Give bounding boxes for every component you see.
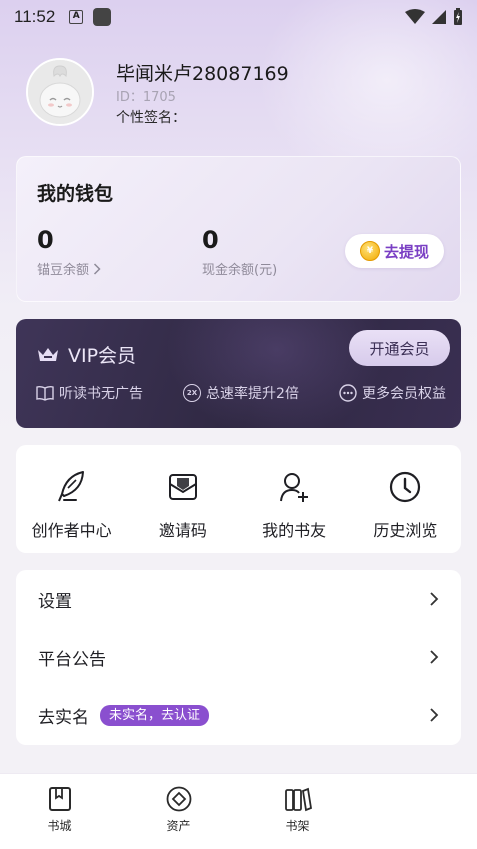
vip-card[interactable]: VIP会员 开通会员 听读书无广告 2X 总速率提升2倍 更多会员权益 xyxy=(16,319,461,428)
vip-perk-label: 更多会员权益 xyxy=(361,386,446,402)
bookshelf-icon xyxy=(284,787,312,812)
app-notification-icon xyxy=(93,8,112,26)
status-bar: 11:52 A xyxy=(0,0,477,34)
avatar[interactable] xyxy=(26,58,94,126)
history-button[interactable]: 历史浏览 xyxy=(350,445,461,553)
withdraw-button[interactable]: ¥ 去提现 xyxy=(345,234,444,268)
quick-action-label: 创作者中心 xyxy=(31,521,112,540)
chevron-right-icon xyxy=(430,650,439,664)
book-friends-button[interactable]: 我的书友 xyxy=(239,445,350,553)
tab-bookshelf[interactable]: 书架 xyxy=(238,774,357,849)
vip-perk: 更多会员权益 xyxy=(339,383,446,403)
withdraw-label: 去提现 xyxy=(383,242,429,261)
avatar-character-icon xyxy=(28,60,92,124)
add-friend-icon xyxy=(280,473,309,502)
username: 毕闻米卢28087169 xyxy=(116,63,289,85)
quick-actions: 创作者中心 邀请码 我的书友 历史浏览 xyxy=(16,445,461,553)
signal-icon xyxy=(432,10,446,24)
tab-bookstore[interactable]: 书城 xyxy=(0,774,119,849)
wifi-icon xyxy=(405,9,425,24)
wallet-card: 我的钱包 0 锚豆余额 0 现金余额(元) ¥ 去提现 xyxy=(16,156,461,302)
vip-title-row: VIP会员 xyxy=(36,341,136,368)
creator-center-button[interactable]: 创作者中心 xyxy=(16,445,127,553)
settings-menu: 设置 平台公告 去实名 未实名，去认证 xyxy=(16,570,461,745)
battery-charging-icon xyxy=(454,8,462,25)
menu-item-label: 平台公告 xyxy=(38,649,106,670)
status-indicators xyxy=(405,8,463,26)
menu-item-realname[interactable]: 去实名 未实名，去认证 xyxy=(16,686,461,744)
invite-code-button[interactable]: 邀请码 xyxy=(127,445,238,553)
vip-perks: 听读书无广告 2X 总速率提升2倍 更多会员权益 xyxy=(36,383,446,403)
cash-label: 现金余额(元) xyxy=(202,263,278,278)
menu-item-settings[interactable]: 设置 xyxy=(16,570,461,628)
a-notification-icon: A xyxy=(69,10,84,24)
crown-icon xyxy=(38,347,58,361)
quill-icon xyxy=(57,471,84,502)
cash-balance: 0 现金余额(元) xyxy=(202,225,277,278)
tab-label: 资产 xyxy=(166,819,191,833)
profile-info: 毕闻米卢28087169 ID：1705 个性签名： xyxy=(116,58,289,127)
envelope-icon xyxy=(168,474,197,500)
vip-perk: 听读书无广告 xyxy=(36,383,143,403)
chevron-right-icon xyxy=(93,262,101,275)
chevron-right-icon xyxy=(430,708,439,722)
tab-label: 书城 xyxy=(47,819,72,833)
quick-action-label: 邀请码 xyxy=(158,521,207,540)
beans-balance[interactable]: 0 锚豆余额 xyxy=(37,225,101,278)
signature: 个性签名： xyxy=(116,110,186,126)
realname-status-badge: 未实名，去认证 xyxy=(100,704,210,726)
bottom-tab-bar: 书城 资产 书架 xyxy=(0,773,477,849)
tab-assets[interactable]: 资产 xyxy=(119,774,238,849)
vip-perk-label: 总速率提升2倍 xyxy=(206,386,299,402)
more-dots-icon xyxy=(339,384,357,402)
book-icon xyxy=(36,385,54,401)
menu-item-label: 设置 xyxy=(38,591,72,612)
beans-label: 锚豆余额 xyxy=(37,263,90,278)
user-id: ID：1705 xyxy=(116,90,176,105)
vip-perk: 2X 总速率提升2倍 xyxy=(183,383,299,403)
menu-item-announcements[interactable]: 平台公告 xyxy=(16,628,461,686)
cash-value: 0 xyxy=(202,226,219,254)
clock-icon xyxy=(390,471,421,503)
status-time: 11:52 xyxy=(14,7,56,26)
beans-value: 0 xyxy=(37,226,54,254)
profile-header[interactable]: 毕闻米卢28087169 ID：1705 个性签名： xyxy=(26,58,289,127)
vip-title: VIP会员 xyxy=(68,345,137,367)
vip-perk-label: 听读书无广告 xyxy=(59,386,143,402)
chevron-right-icon xyxy=(430,592,439,606)
open-vip-button[interactable]: 开通会员 xyxy=(349,330,450,366)
speed-2x-icon: 2X xyxy=(183,384,202,402)
menu-item-label: 去实名 xyxy=(38,707,89,728)
quick-action-label: 我的书友 xyxy=(262,521,327,540)
coin-icon: ¥ xyxy=(359,241,380,261)
wallet-title: 我的钱包 xyxy=(37,183,114,205)
quick-action-label: 历史浏览 xyxy=(373,521,438,540)
tab-label: 书架 xyxy=(285,819,310,833)
beans-label-row: 锚豆余额 xyxy=(37,259,101,278)
diamond-coin-icon xyxy=(166,786,191,812)
bookmark-book-icon xyxy=(48,787,71,811)
